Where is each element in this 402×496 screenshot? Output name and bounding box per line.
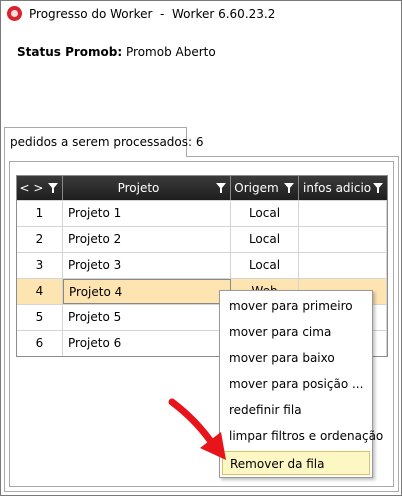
table-row[interactable]: 2 Projeto 2 Local [17, 226, 387, 252]
cell-projeto[interactable]: Projeto 3 [63, 253, 231, 278]
column-header-label: infos adicio [303, 181, 371, 195]
filter-icon[interactable] [284, 183, 294, 193]
row-number: 2 [17, 227, 63, 252]
column-header-infos[interactable]: infos adicio [299, 176, 387, 200]
cell-projeto[interactable]: Projeto 5 [63, 305, 231, 330]
row-number: 6 [17, 331, 63, 356]
cell-origem[interactable]: Local [231, 227, 299, 252]
cell-infos[interactable] [299, 201, 387, 226]
column-header-label: < > [19, 181, 44, 195]
cell-origem[interactable]: Local [231, 253, 299, 278]
column-header-order[interactable]: < > [17, 176, 63, 200]
menu-item-remove-from-queue[interactable]: Remover da fila [222, 451, 370, 475]
cell-projeto[interactable]: Projeto 1 [63, 201, 231, 226]
row-number: 5 [17, 305, 63, 330]
status-label: Status Promob: [17, 45, 123, 59]
row-number: 4 [17, 279, 63, 304]
status-row: Status Promob: Promob Aberto [17, 45, 216, 59]
menu-item-move-to-position[interactable]: mover para posição ... [222, 372, 370, 396]
row-number: 1 [17, 201, 63, 226]
window-title: Progresso do Worker - Worker 6.60.23.2 [29, 7, 276, 21]
status-value: Promob Aberto [126, 45, 216, 59]
arrow-shaft [168, 398, 218, 450]
cell-projeto[interactable]: Projeto 4 [63, 279, 231, 304]
table-row[interactable]: 3 Projeto 3 Local [17, 252, 387, 278]
menu-item-move-first[interactable]: mover para primeiro [222, 294, 370, 318]
tab-pending-orders[interactable]: pedidos a serem processados: 6 [4, 127, 204, 157]
filter-icon[interactable] [373, 183, 383, 193]
column-header-projeto[interactable]: Projeto [63, 176, 231, 200]
filter-icon[interactable] [48, 183, 58, 193]
menu-item-clear-filters[interactable]: limpar filtros e ordenação [222, 424, 383, 448]
menu-item-move-down[interactable]: mover para baixo [222, 346, 370, 370]
cell-origem[interactable]: Local [231, 201, 299, 226]
red-arrow-annotation [168, 398, 226, 460]
menu-item-reset-queue[interactable]: redefinir fila [222, 398, 370, 422]
title-bar: Progresso do Worker - Worker 6.60.23.2 [1, 1, 401, 27]
cell-infos[interactable] [299, 253, 387, 278]
filter-icon[interactable] [216, 183, 226, 193]
row-number: 3 [17, 253, 63, 278]
menu-item-move-up[interactable]: mover para cima [222, 320, 370, 344]
cell-projeto[interactable]: Projeto 6 [63, 331, 231, 356]
context-menu: mover para primeiro mover para cima move… [219, 290, 383, 478]
tab-label: pedidos a serem processados: 6 [10, 135, 204, 149]
column-header-origem[interactable]: Origem [231, 176, 299, 200]
table-row[interactable]: 1 Projeto 1 Local [17, 200, 387, 226]
grid-header: < > Projeto Origem infos adicio [17, 176, 387, 200]
cell-projeto[interactable]: Projeto 2 [63, 227, 231, 252]
promob-logo-icon [7, 6, 22, 21]
column-header-label: Origem [234, 181, 279, 195]
cell-infos[interactable] [299, 227, 387, 252]
column-header-label: Projeto [117, 181, 160, 195]
